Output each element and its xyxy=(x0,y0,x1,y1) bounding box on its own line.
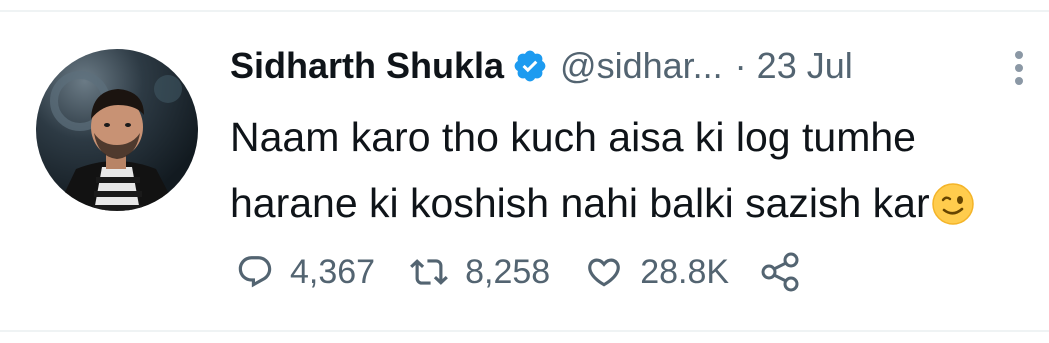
tweet-date[interactable]: 23 Jul xyxy=(757,45,853,87)
tweet-actions: 4,367 8,258 28.8K xyxy=(236,252,801,292)
share-button[interactable] xyxy=(759,252,801,292)
header-separator: · xyxy=(734,45,747,86)
more-options-icon[interactable] xyxy=(1004,48,1034,88)
tweet-text-line: harane ki koshish nahi balki sazish kar xyxy=(230,170,1030,236)
verified-badge-icon xyxy=(512,48,548,84)
author-name[interactable]: Sidharth Shukla xyxy=(230,45,504,87)
tweet-text: Naam karo tho kuch aisa ki log tumhe har… xyxy=(230,104,1030,236)
reply-button[interactable]: 4,367 xyxy=(236,253,375,292)
retweet-button[interactable]: 8,258 xyxy=(409,253,550,292)
share-icon xyxy=(759,252,801,292)
retweet-count: 8,258 xyxy=(465,252,551,291)
tweet-header: Sidharth Shukla @sidhar... · 23 Jul xyxy=(230,42,853,90)
winking-face-icon xyxy=(931,178,974,225)
like-count: 28.8K xyxy=(640,252,730,291)
tweet-text-line: Naam karo tho kuch aisa ki log tumhe xyxy=(230,114,916,160)
reply-count: 4,367 xyxy=(290,252,376,291)
like-button[interactable]: 28.8K xyxy=(584,253,729,292)
tweet-card[interactable]: Sidharth Shukla @sidhar... · 23 Jul Naam… xyxy=(0,12,1049,330)
reply-icon xyxy=(236,253,274,291)
like-icon xyxy=(584,253,624,291)
author-handle[interactable]: @sidhar... xyxy=(560,45,723,87)
bottom-divider xyxy=(0,330,1049,332)
avatar[interactable] xyxy=(36,49,198,211)
retweet-icon xyxy=(409,253,449,291)
tweet-text-line-content: harane ki koshish nahi balki sazish kar xyxy=(230,180,930,226)
